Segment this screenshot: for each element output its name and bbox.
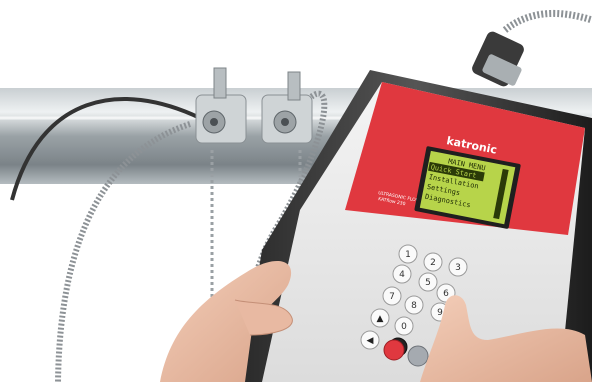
svg-text:7: 7 [389,292,395,302]
key-5[interactable]: 5 [418,272,438,292]
key-8[interactable]: 8 [404,295,424,315]
svg-text:9: 9 [437,308,443,318]
svg-text:2: 2 [430,258,436,268]
arrow-up-key[interactable]: ▲ [370,308,390,328]
svg-text:0: 0 [401,322,407,332]
svg-text:1: 1 [405,250,411,260]
key-2[interactable]: 2 [423,252,443,272]
svg-text:8: 8 [411,301,417,311]
cancel-key[interactable] [383,339,405,361]
arrow-left-key[interactable]: ◀ [360,330,380,350]
key-7[interactable]: 7 [382,286,402,306]
key-3[interactable]: 3 [448,257,468,277]
key-0[interactable]: 0 [394,316,414,336]
svg-text:4: 4 [399,270,405,280]
svg-text:3: 3 [455,263,461,273]
key-4[interactable]: 4 [392,264,412,284]
svg-text:▲: ▲ [377,314,384,324]
product-photo: katronic ULTRASONIC FLOWMETER KATflow 23… [0,0,592,382]
svg-text:5: 5 [425,278,431,288]
function-key[interactable] [407,345,429,367]
svg-text:6: 6 [443,289,449,299]
svg-text:◀: ◀ [367,336,374,346]
key-1[interactable]: 1 [398,244,418,264]
